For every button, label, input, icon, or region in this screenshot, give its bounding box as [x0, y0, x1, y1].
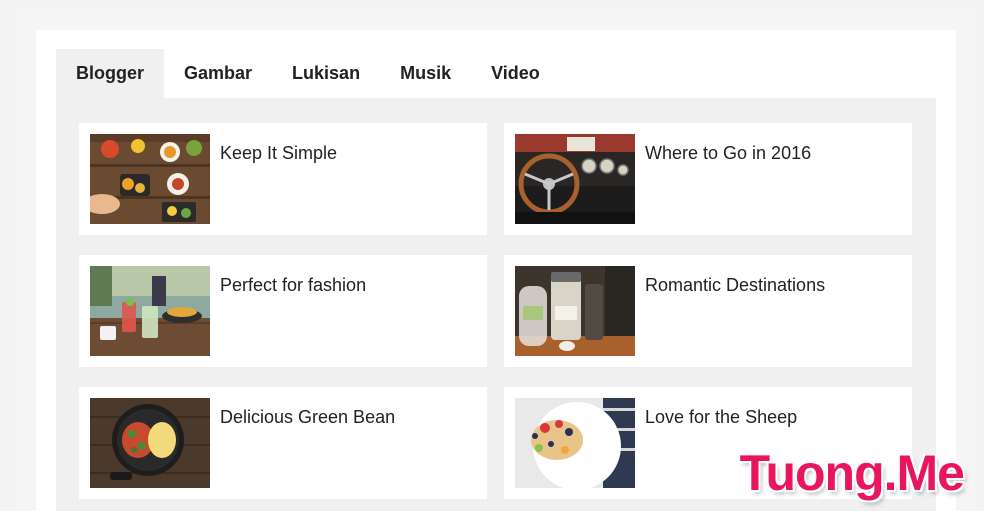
post-title[interactable]: Romantic Destinations — [645, 275, 825, 296]
post-thumbnail[interactable] — [90, 134, 210, 224]
tab-gambar[interactable]: Gambar — [164, 49, 272, 98]
post-card[interactable]: Keep It Simple — [79, 123, 487, 235]
post-thumbnail[interactable] — [515, 134, 635, 224]
post-thumbnail[interactable] — [90, 398, 210, 488]
post-card[interactable]: Delicious Green Bean — [79, 387, 487, 499]
post-thumbnail[interactable] — [90, 266, 210, 356]
tab-musik[interactable]: Musik — [380, 49, 471, 98]
post-title[interactable]: Love for the Sheep — [645, 407, 797, 428]
post-card[interactable]: Where to Go in 2016 — [504, 123, 912, 235]
post-title[interactable]: Delicious Green Bean — [220, 407, 395, 428]
watermark-logo: Tuong.Me — [739, 445, 965, 501]
tab-lukisan[interactable]: Lukisan — [272, 49, 380, 98]
post-thumbnail[interactable] — [515, 266, 635, 356]
post-title[interactable]: Keep It Simple — [220, 143, 337, 164]
tab-blogger[interactable]: Blogger — [56, 49, 165, 98]
post-thumbnail[interactable] — [515, 398, 635, 488]
tab-video[interactable]: Video — [471, 49, 560, 98]
tab-bar: Blogger Gambar Lukisan Musik Video — [56, 49, 560, 98]
post-card[interactable]: Romantic Destinations — [504, 255, 912, 367]
post-title[interactable]: Perfect for fashion — [220, 275, 366, 296]
post-card[interactable]: Perfect for fashion — [79, 255, 487, 367]
post-title[interactable]: Where to Go in 2016 — [645, 143, 811, 164]
